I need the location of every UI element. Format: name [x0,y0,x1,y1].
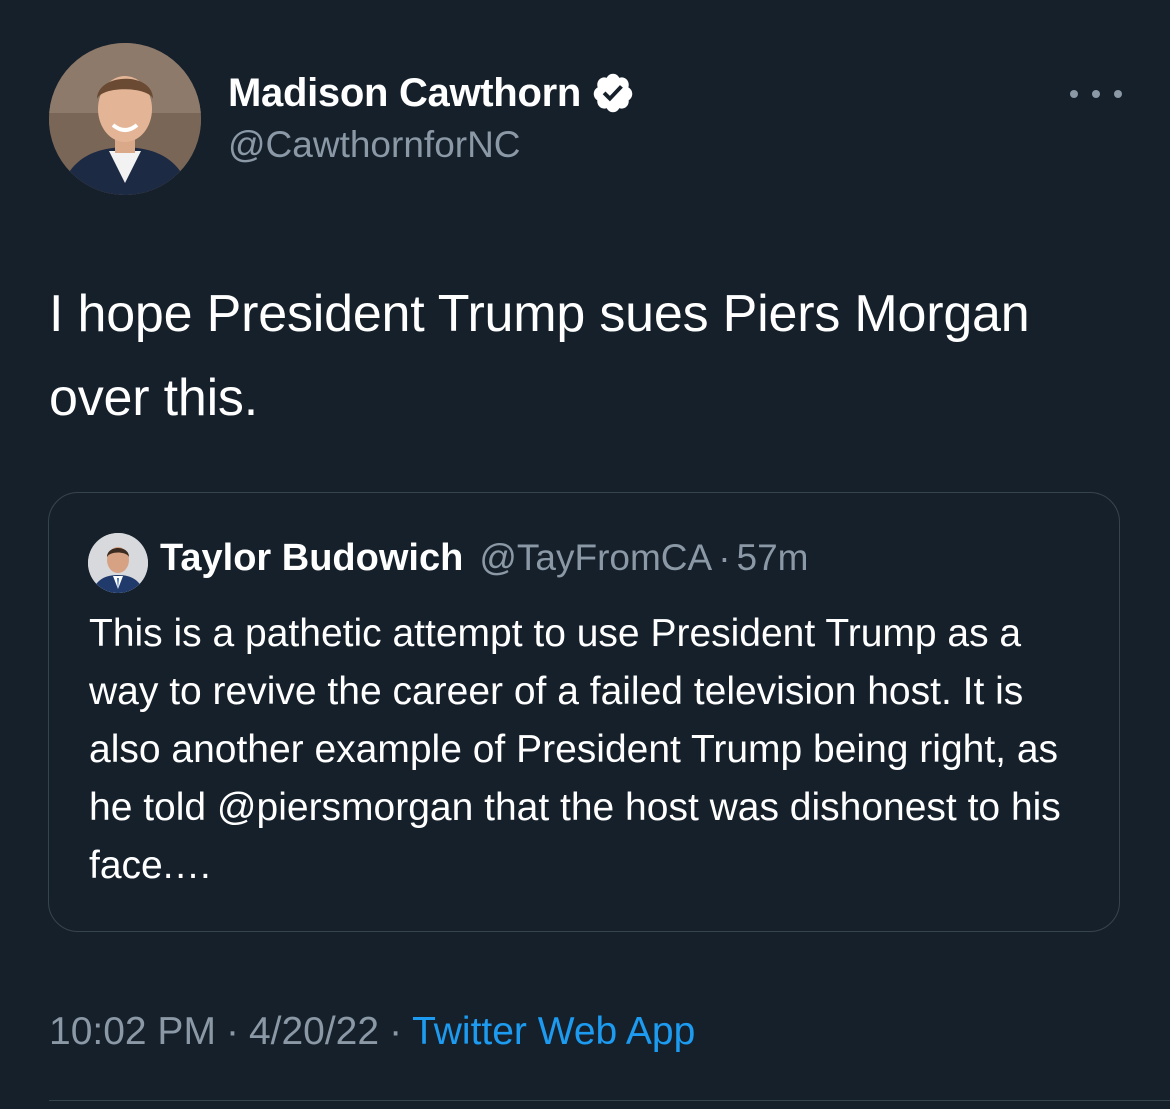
divider [49,1100,1170,1101]
quoted-tweet-time[interactable]: 57m [737,537,809,579]
author-handle[interactable]: @CawthornforNC [228,124,521,166]
author-display-name[interactable]: Madison Cawthorn [228,71,581,116]
quoted-author-handle[interactable]: @TayFromCA [479,537,712,579]
separator-dot: · [225,1010,239,1053]
tweet-source-link[interactable]: Twitter Web App [412,1010,695,1053]
verified-badge-icon [591,71,635,115]
author-name-row[interactable]: Madison Cawthorn [228,70,635,116]
quoted-tweet-header: Taylor Budowich @TayFromCA · 57m [160,537,809,580]
quoted-tweet-text: This is a pathetic attempt to use Presid… [89,612,1061,887]
tweet-date[interactable]: 4/20/22 [249,1010,379,1053]
more-horizontal-icon[interactable] [1070,80,1122,108]
more-dot [1070,90,1078,98]
tweet-text: I hope President Trump sues Piers Morgan… [49,285,1030,427]
more-dot [1092,90,1100,98]
quoted-author-avatar[interactable] [88,533,148,593]
tweet-detail: Madison Cawthorn @CawthornforNC I hope P… [0,0,1170,1109]
separator-dot: · [718,537,731,578]
profile-photo-icon [88,533,148,593]
profile-photo-icon [49,43,201,195]
tweet-time[interactable]: 10:02 PM [49,1010,216,1053]
quoted-tweet[interactable]: Taylor Budowich @TayFromCA · 57m This is… [48,492,1120,932]
more-dot [1114,90,1122,98]
author-avatar[interactable] [49,43,201,195]
quoted-author-display-name[interactable]: Taylor Budowich [160,537,463,580]
tweet-metadata: 10:02 PM · 4/20/22 · Twitter Web App [49,1010,695,1054]
separator-dot: · [389,1010,403,1053]
